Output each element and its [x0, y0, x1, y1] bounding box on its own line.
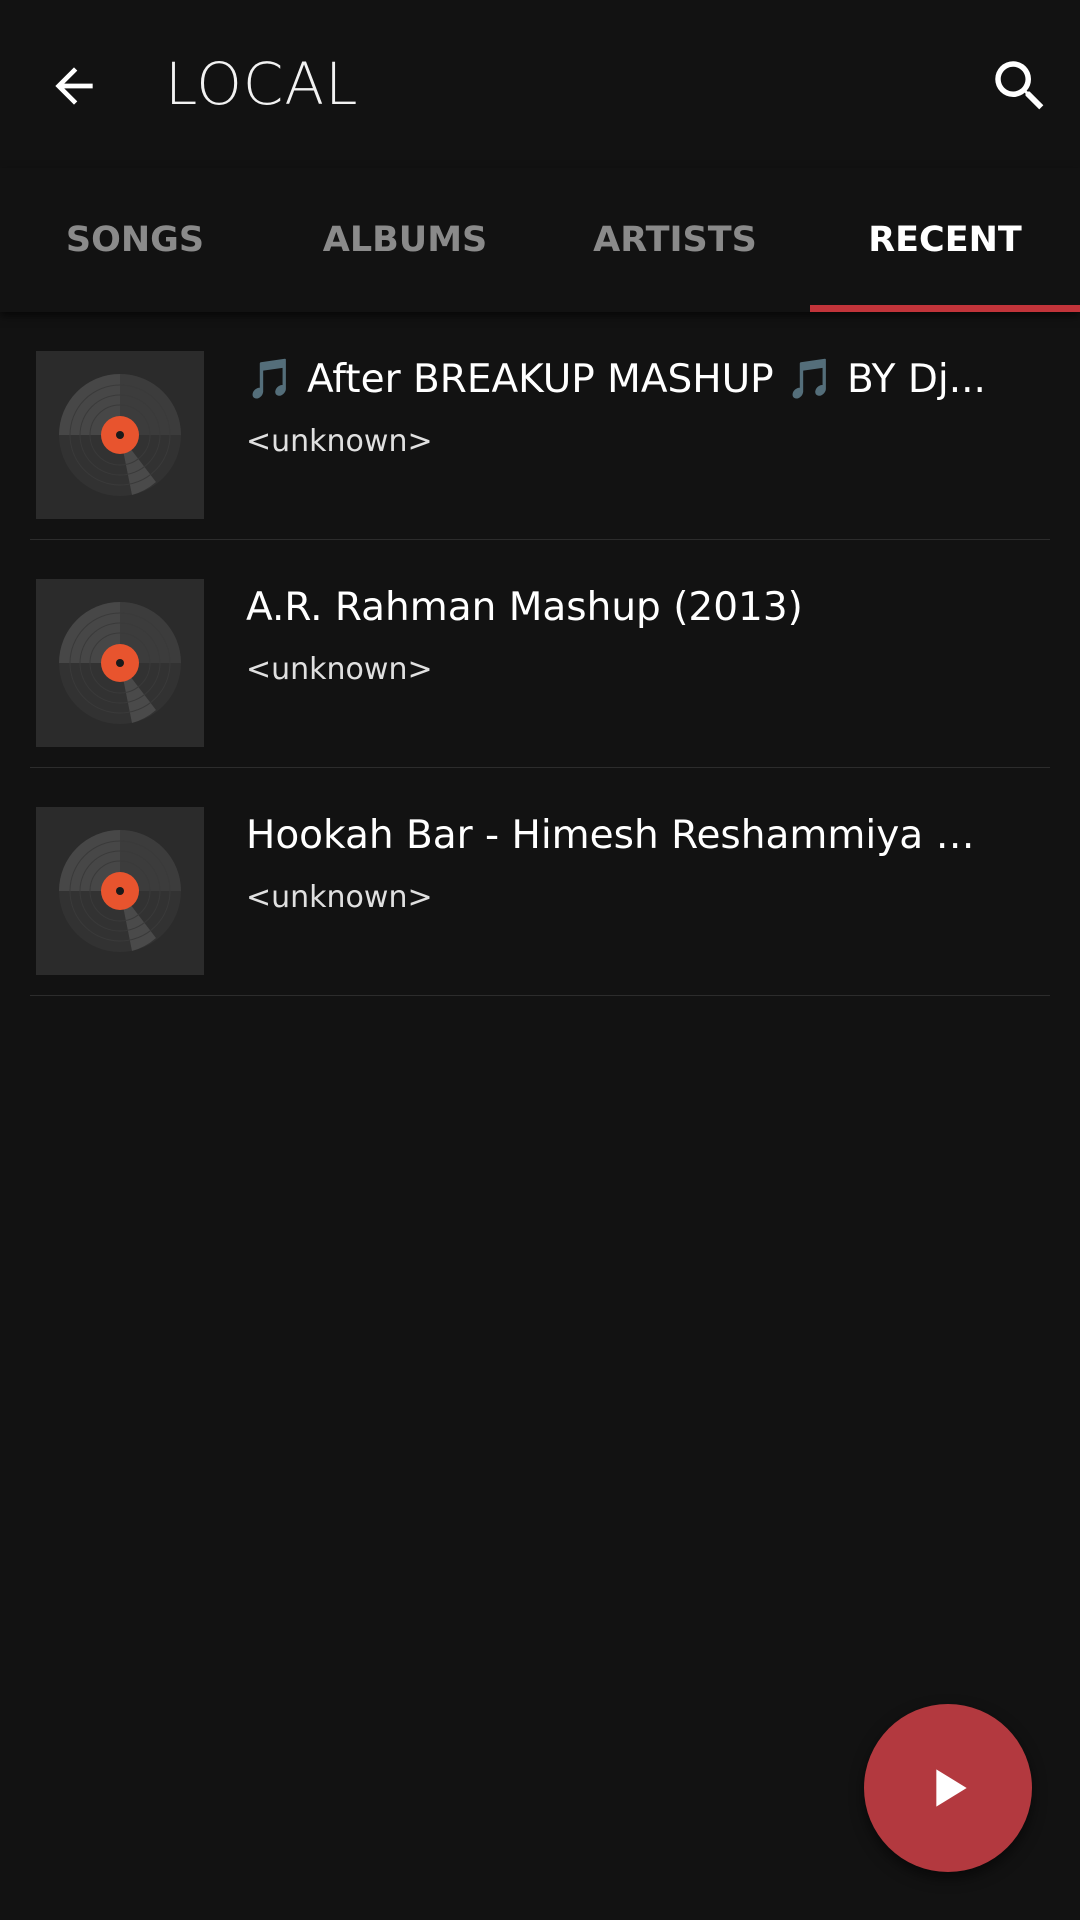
song-title: 🎵 After BREAKUP MASHUP 🎵 BY Dj... — [246, 357, 986, 402]
vinyl-record-icon — [59, 830, 181, 952]
page-title: LOCAL — [165, 50, 359, 118]
play-button[interactable] — [864, 1704, 1032, 1872]
song-artist: <unknown> — [246, 652, 433, 687]
play-icon — [936, 1769, 967, 1807]
album-art — [36, 351, 204, 519]
album-art — [36, 807, 204, 975]
list-item[interactable]: A.R. Rahman Mashup (2013) <unknown> — [0, 540, 1080, 768]
song-title: Hookah Bar - Himesh Reshammiya &... — [246, 813, 986, 858]
search-button[interactable] — [976, 42, 1064, 130]
vinyl-record-icon — [59, 602, 181, 724]
album-art — [36, 579, 204, 747]
song-artist: <unknown> — [246, 880, 433, 915]
list-item[interactable]: Hookah Bar - Himesh Reshammiya &... <unk… — [0, 768, 1080, 996]
vinyl-record-icon — [59, 374, 181, 496]
divider — [30, 995, 1050, 996]
tab-bar: SONGS ALBUMS ARTISTS RECENT — [0, 168, 1080, 312]
tab-albums[interactable]: ALBUMS — [270, 168, 540, 312]
search-icon — [995, 61, 1044, 110]
song-title: A.R. Rahman Mashup (2013) — [246, 585, 803, 630]
back-button[interactable] — [34, 46, 114, 126]
tab-artists[interactable]: ARTISTS — [540, 168, 810, 312]
active-tab-indicator — [810, 305, 1080, 312]
song-artist: <unknown> — [246, 424, 433, 459]
tab-songs[interactable]: SONGS — [0, 168, 270, 312]
app-bar: LOCAL — [0, 0, 1080, 168]
arrow-back-icon — [55, 67, 93, 105]
list-item[interactable]: 🎵 After BREAKUP MASHUP 🎵 BY Dj... <unkno… — [0, 312, 1080, 540]
tab-recent[interactable]: RECENT — [810, 168, 1080, 312]
